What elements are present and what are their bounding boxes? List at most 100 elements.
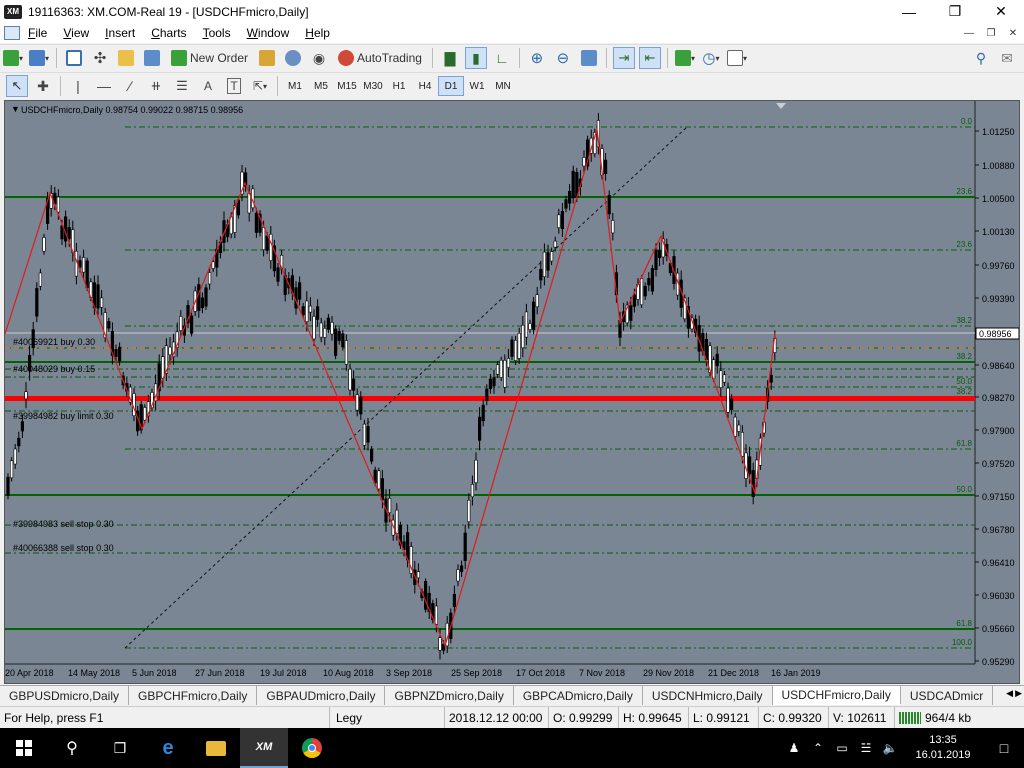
autotrading-label: AutoTrading — [357, 51, 422, 65]
tab-usdchf[interactable]: USDCHFmicro,Daily — [772, 686, 901, 705]
cursor-button[interactable]: ↖ — [6, 75, 28, 97]
start-button[interactable] — [0, 728, 48, 768]
edge-button[interactable]: e — [144, 728, 192, 768]
chart-shift-button[interactable]: ⇤ — [638, 47, 661, 69]
close-button[interactable]: ✕ — [978, 0, 1024, 23]
crosshair-button[interactable]: ✚ — [32, 75, 54, 97]
volume-icon[interactable]: 🔈 — [878, 728, 902, 768]
profiles-button[interactable]: ▾ — [28, 47, 50, 69]
tab-gbpaud[interactable]: GBPAUDmicro,Daily — [257, 686, 386, 705]
tab-gbpcad[interactable]: GBPCADmicro,Daily — [514, 686, 643, 705]
maximize-button[interactable]: ❐ — [932, 0, 978, 23]
autotrading-button[interactable]: AutoTrading — [334, 47, 426, 69]
timeframe-d1[interactable]: D1 — [438, 76, 464, 96]
chart-collapse-icon: ▼ — [11, 104, 20, 114]
timeframe-h1[interactable]: H1 — [386, 76, 412, 96]
task-view-button[interactable]: ❐ — [96, 728, 144, 768]
market-watch-button[interactable] — [63, 47, 85, 69]
chart-window[interactable]: 1.01250 1.00880 1.00500 1.00130 0.99760 0.993… — [4, 100, 1020, 684]
candlestick-button[interactable]: ▮ — [464, 47, 487, 69]
tab-gbpnzd[interactable]: GBPNZDmicro,Daily — [385, 686, 514, 705]
tab-scroll-right-icon[interactable]: ▶ — [1015, 688, 1022, 699]
window-title: 19116363: XM.COM-Real 19 - [USDCHFmicro,… — [28, 4, 309, 19]
search-taskbar-button[interactable]: ⚲ — [48, 728, 96, 768]
templates-icon — [726, 50, 743, 66]
equidistant-channel-button[interactable]: ⧺ — [145, 75, 167, 97]
chat-button[interactable]: ✉ — [996, 47, 1018, 69]
mdi-minimize-button[interactable]: — — [960, 25, 978, 41]
price-chart[interactable]: 1.01250 1.00880 1.00500 1.00130 0.99760 0.993… — [5, 101, 1019, 683]
candle-body — [359, 396, 363, 415]
people-icon[interactable]: ♟ — [782, 728, 806, 768]
timeframe-m15[interactable]: M15 — [334, 76, 360, 96]
candle-body — [546, 252, 550, 271]
candle-body — [632, 294, 636, 307]
timeframe-m1[interactable]: M1 — [282, 76, 308, 96]
terminal-button[interactable] — [141, 47, 163, 69]
tab-usdcad[interactable]: USDCADmicr — [901, 686, 994, 705]
menu-insert[interactable]: Insert — [97, 26, 143, 40]
toolbar-separator — [605, 48, 607, 68]
menu-view[interactable]: View — [55, 26, 97, 40]
timeframe-w1[interactable]: W1 — [464, 76, 490, 96]
templates-button[interactable]: ▾ — [726, 47, 748, 69]
candle-body — [485, 388, 489, 401]
search-button[interactable]: ⚲ — [970, 47, 992, 69]
zoom-out-button[interactable]: ⊖ — [552, 47, 574, 69]
candle-body — [13, 448, 17, 465]
new-order-button[interactable]: New Order — [167, 47, 252, 69]
vertical-line-button[interactable]: | — [67, 75, 89, 97]
metaeditor-button[interactable] — [256, 47, 278, 69]
battery-icon[interactable]: ▭ — [830, 728, 854, 768]
tab-gbpusd[interactable]: GBPUSDmicro,Daily — [0, 686, 130, 705]
timeframe-m5[interactable]: M5 — [308, 76, 334, 96]
bar-chart-button[interactable]: ▇ — [439, 47, 461, 69]
mt4-taskbar-button[interactable]: XM — [240, 728, 288, 768]
zoom-in-button[interactable]: ⊕ — [526, 47, 548, 69]
system-clock[interactable]: 13:35 16.01.2019 — [902, 733, 984, 763]
file-explorer-button[interactable] — [192, 728, 240, 768]
new-chart-button[interactable]: ▾ — [2, 47, 24, 69]
arrows-button[interactable]: ⇱ ▾ — [249, 75, 271, 97]
clock-time: 13:35 — [929, 734, 957, 746]
show-hidden-icons-button[interactable]: ⌃ — [806, 728, 830, 768]
order-label: #40066388 sell stop 0.30 — [13, 543, 114, 553]
menu-charts[interactable]: Charts — [143, 26, 194, 40]
tab-gbpchf[interactable]: GBPCHFmicro,Daily — [129, 686, 258, 705]
menu-tools[interactable]: Tools — [195, 26, 239, 40]
signals-button[interactable] — [282, 47, 304, 69]
candle-body — [387, 498, 392, 514]
candle-body — [470, 484, 475, 498]
auto-scroll-button[interactable]: ⇥ — [612, 47, 635, 69]
tab-usdcnh[interactable]: USDCNHmicro,Daily — [643, 686, 773, 705]
network-icon[interactable]: ☱ — [854, 728, 878, 768]
timeframe-m30[interactable]: M30 — [360, 76, 386, 96]
document-icon[interactable] — [4, 26, 20, 40]
mdi-close-button[interactable]: ✕ — [1004, 25, 1022, 41]
data-window-button[interactable]: ✣ — [89, 47, 111, 69]
line-chart-button[interactable]: ∟ — [491, 47, 513, 69]
candle-body — [20, 421, 25, 432]
radio-button[interactable]: ◉ — [308, 47, 330, 69]
candle-body — [503, 360, 507, 388]
indicators-button[interactable]: ▾ — [674, 47, 696, 69]
timeframe-mn[interactable]: MN — [490, 76, 516, 96]
status-volume: V: 102611 — [829, 706, 895, 729]
text-label-button[interactable]: T — [223, 75, 245, 97]
fibonacci-button[interactable]: ☰ — [171, 75, 193, 97]
chrome-button[interactable] — [288, 728, 336, 768]
menu-window[interactable]: Window — [239, 26, 298, 40]
timeframe-h4[interactable]: H4 — [412, 76, 438, 96]
menu-help[interactable]: Help — [297, 26, 338, 40]
trendline-button[interactable]: ∕ — [119, 75, 141, 97]
horizontal-line-button[interactable]: — — [93, 75, 115, 97]
periods-button[interactable]: ◷ ▾ — [700, 47, 722, 69]
minimize-button[interactable]: — — [886, 0, 932, 23]
tab-scroll-left-icon[interactable]: ◀ — [1006, 688, 1013, 699]
menu-file[interactable]: File — [20, 26, 55, 40]
text-button[interactable]: A — [197, 75, 219, 97]
tile-windows-button[interactable] — [578, 47, 600, 69]
mdi-restore-button[interactable]: ❐ — [982, 25, 1000, 41]
navigator-button[interactable] — [115, 47, 137, 69]
notifications-icon[interactable]: □ — [984, 728, 1024, 768]
